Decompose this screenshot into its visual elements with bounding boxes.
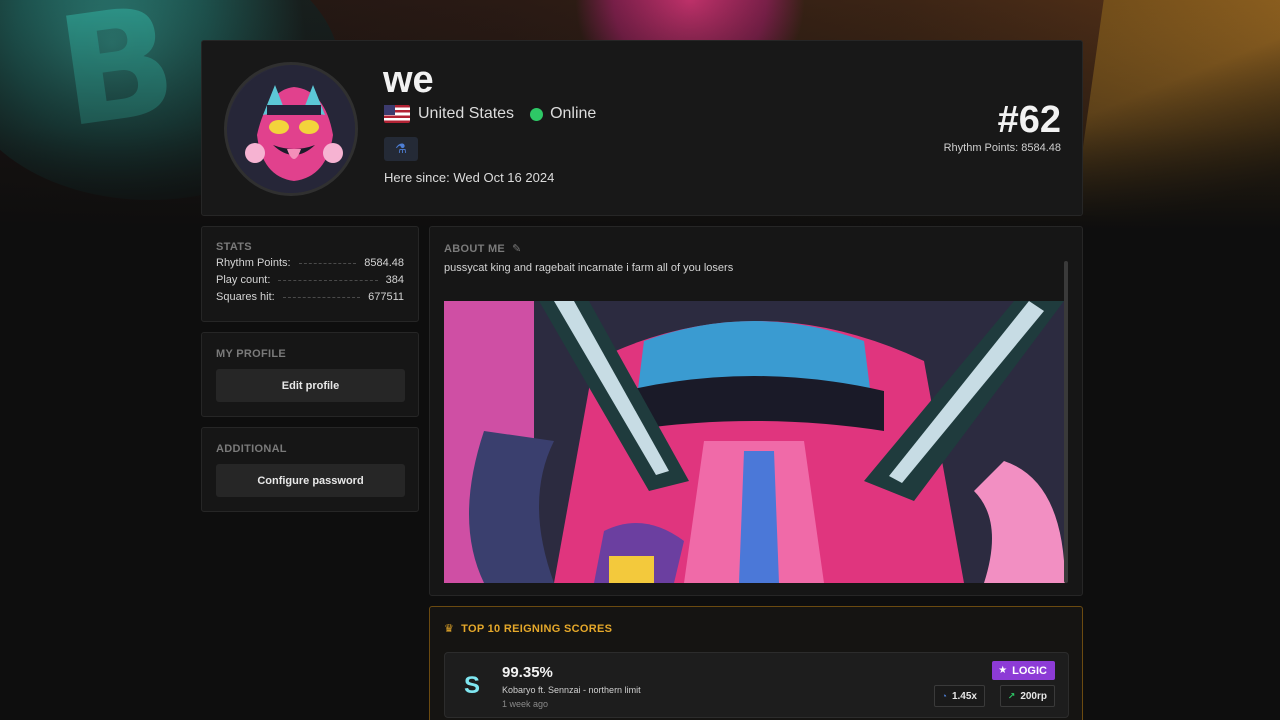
stat-leader — [298, 262, 357, 264]
stat-label: Rhythm Points: — [216, 257, 291, 269]
top-scores-title: TOP 10 REIGNING SCORES — [461, 622, 613, 635]
stat-row-rhythm-points: Rhythm Points: 8584.48 — [216, 256, 404, 270]
speed-value: 1.45x — [951, 690, 977, 702]
join-date: Here since: Wed Oct 16 2024 — [384, 170, 555, 185]
stat-row-play-count: Play count: 384 — [216, 273, 404, 287]
stat-leader — [278, 279, 378, 281]
about-me-scrollbar[interactable] — [1064, 261, 1068, 583]
score-card[interactable]: S 99.35% Kobaryo ft. Sennzai - northern … — [444, 652, 1069, 718]
speedometer-icon: ◔ — [941, 691, 947, 701]
top-scores-panel: ♛ TOP 10 REIGNING SCORES S 99.35% Kobary… — [429, 606, 1083, 720]
rank-rhythm-points: Rhythm Points: 8584.48 — [943, 142, 1061, 154]
stat-leader — [282, 296, 361, 298]
avatar[interactable] — [224, 62, 358, 196]
speed-pill: ◔ 1.45x — [933, 685, 985, 707]
stat-row-squares-hit: Squares hit: 677511 — [216, 290, 404, 304]
edit-icon[interactable]: ✎ — [512, 242, 521, 255]
global-rank: #62 — [997, 99, 1061, 141]
edit-profile-button[interactable]: Edit profile — [216, 369, 405, 402]
my-profile-title: MY PROFILE — [216, 348, 287, 360]
us-flag-icon — [384, 105, 410, 123]
about-me-title: ABOUT ME — [444, 242, 506, 255]
difficulty-badge: ★ LOGIC — [992, 661, 1055, 680]
stat-label: Squares hit: — [216, 291, 275, 303]
difficulty-label: LOGIC — [1012, 664, 1047, 677]
score-accuracy: 99.35% — [502, 664, 553, 681]
about-me-artwork — [444, 301, 1065, 583]
stat-value: 677511 — [368, 291, 404, 303]
username: we — [383, 59, 434, 101]
online-status-dot-icon — [530, 107, 544, 121]
score-song-title[interactable]: Kobaryo ft. Sennzai - northern limit — [502, 685, 641, 695]
rp-pill: ↗ 200rp — [999, 685, 1055, 707]
additional-title: ADDITIONAL — [216, 443, 287, 455]
trend-up-icon: ↗ — [1007, 690, 1016, 701]
stats-title: STATS — [216, 241, 252, 253]
additional-panel: ADDITIONAL Configure password — [201, 427, 419, 512]
profile-header: we United States Online ⚗ Here since: We… — [201, 40, 1083, 216]
status-label: Online — [550, 105, 597, 122]
stat-label: Play count: — [216, 274, 271, 286]
about-me-image — [444, 301, 1065, 583]
my-profile-panel: MY PROFILE Edit profile — [201, 332, 419, 417]
rp-value: 200rp — [1020, 690, 1047, 702]
country-label: United States — [418, 105, 515, 122]
stat-value: 384 — [385, 274, 404, 286]
stats-panel: STATS Rhythm Points: 8584.48 Play count:… — [201, 226, 419, 322]
star-icon: ★ — [998, 665, 1008, 676]
crown-icon: ♛ — [444, 623, 455, 635]
location-status-row: United States Online — [384, 105, 596, 123]
about-me-header: ABOUT ME ✎ — [444, 242, 1068, 256]
score-timestamp: 1 week ago — [502, 699, 549, 709]
configure-password-button[interactable]: Configure password — [216, 464, 405, 497]
top-scores-header: ♛ TOP 10 REIGNING SCORES — [444, 622, 1068, 636]
about-me-text: pussycat king and ragebait incarnate i f… — [444, 262, 734, 274]
score-grade: S — [464, 672, 481, 699]
stat-value: 8584.48 — [364, 257, 404, 269]
flask-badge-icon[interactable]: ⚗ — [384, 137, 418, 161]
avatar-image — [227, 65, 355, 193]
about-me-panel: ABOUT ME ✎ pussycat king and ragebait in… — [429, 226, 1083, 596]
